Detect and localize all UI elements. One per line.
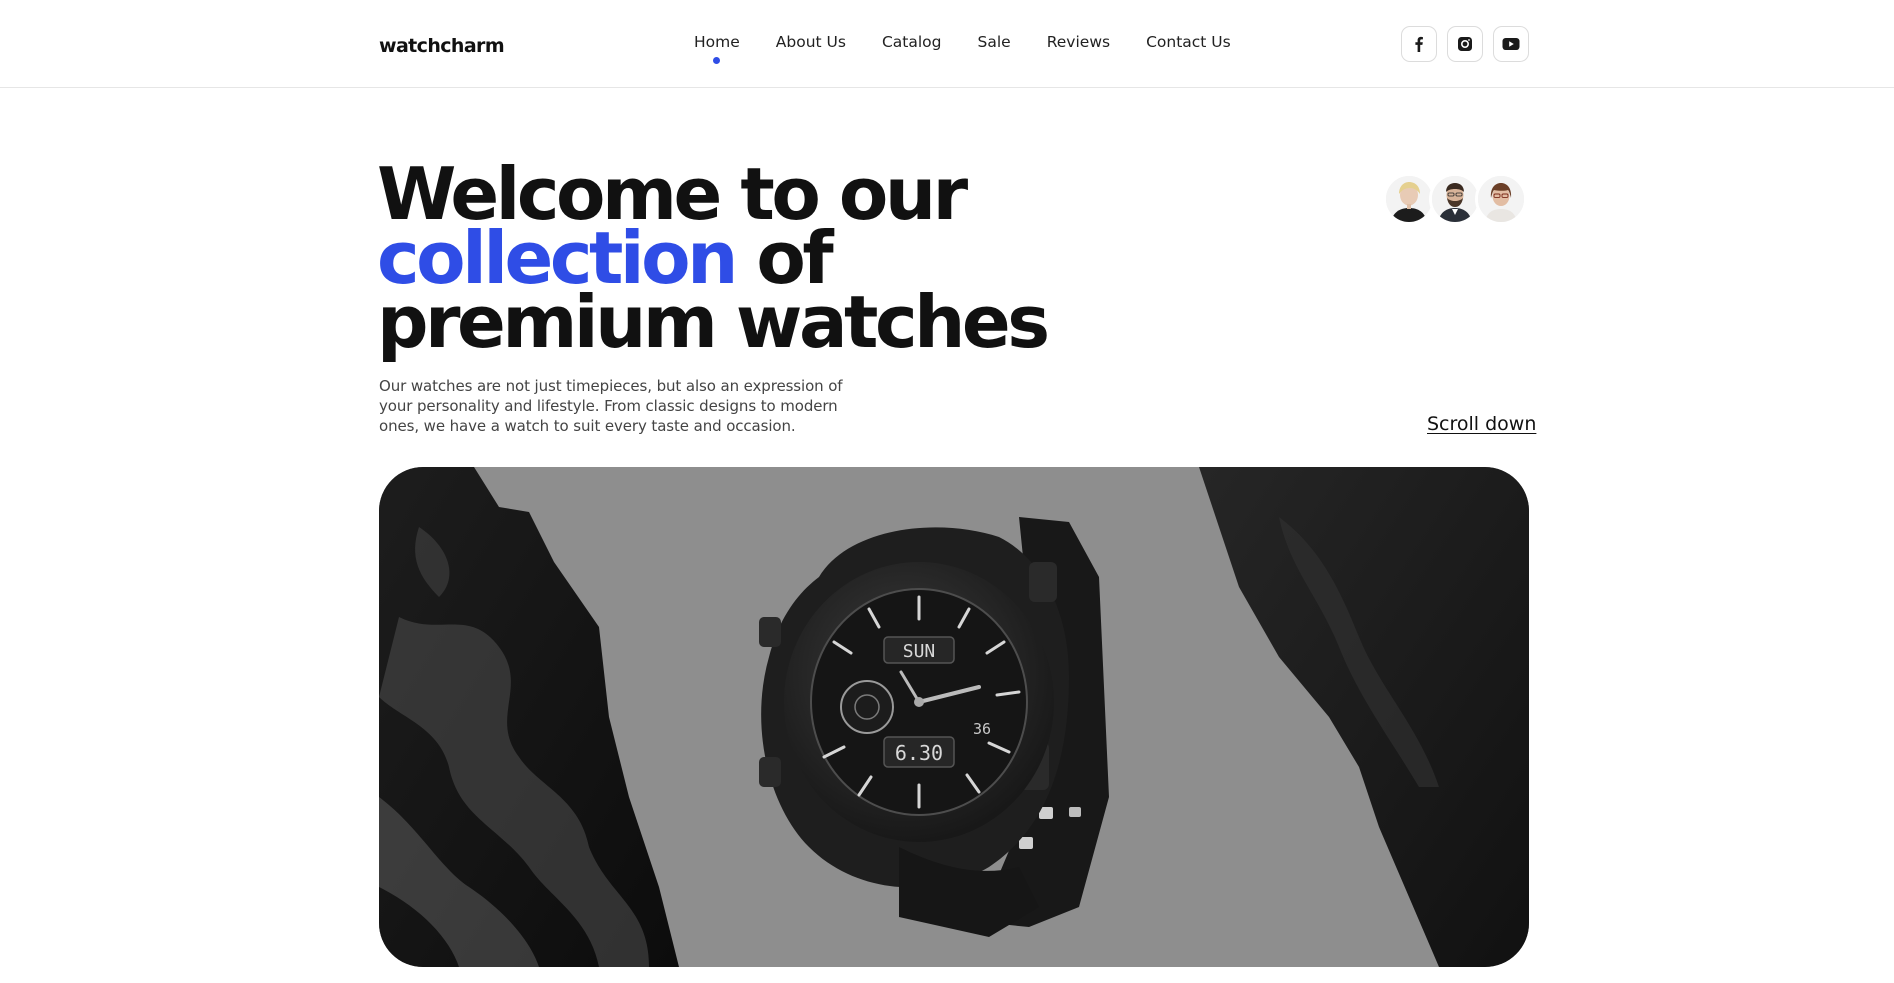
nav-reviews[interactable]: Reviews [1047, 33, 1110, 51]
site-header: watchcharm Home About Us Catalog Sale Re… [0, 0, 1894, 88]
facebook-button[interactable] [1401, 26, 1437, 62]
social-links [1401, 26, 1529, 62]
hero-title-line3: premium watches [377, 280, 1050, 364]
youtube-button[interactable] [1493, 26, 1529, 62]
watch-small-text: 36 [973, 720, 991, 738]
watch-day-text: SUN [903, 641, 936, 662]
instagram-icon [1458, 37, 1472, 51]
avatar [1429, 173, 1481, 225]
nav-contact-us[interactable]: Contact Us [1146, 33, 1231, 51]
nav-about-us[interactable]: About Us [776, 33, 846, 51]
main-nav: Home About Us Catalog Sale Reviews Conta… [694, 33, 1231, 64]
watch-time-text: 6.30 [895, 741, 943, 765]
nav-sale[interactable]: Sale [978, 33, 1011, 51]
facebook-icon [1415, 36, 1423, 52]
logo[interactable]: watchcharm [379, 35, 505, 57]
hero-title: Welcome to our collection of premium wat… [377, 158, 1050, 358]
avatar [1475, 173, 1527, 225]
youtube-icon [1502, 38, 1520, 50]
customer-avatars [1383, 173, 1527, 225]
avatar [1383, 173, 1435, 225]
hero-watch-image: SUN 36 6.30 [379, 467, 1529, 967]
nav-catalog[interactable]: Catalog [882, 33, 942, 51]
hero-description: Our watches are not just timepieces, but… [379, 377, 843, 435]
scroll-down-link[interactable]: Scroll down [1427, 413, 1536, 435]
instagram-button[interactable] [1447, 26, 1483, 62]
nav-home[interactable]: Home [694, 33, 740, 64]
